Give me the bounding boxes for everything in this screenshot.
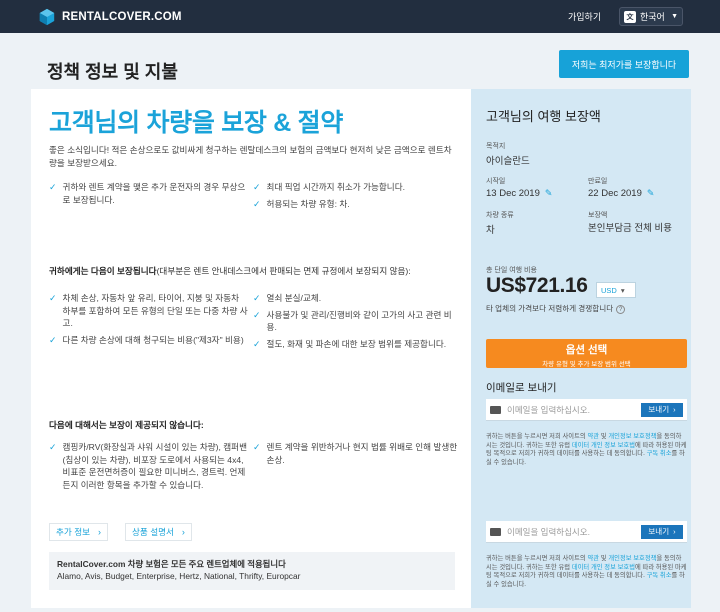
lowest-price-guarantee-button[interactable]: 저희는 최저가를 보장합니다 <box>559 50 689 78</box>
benefits-list-right: ✓ 최대 픽업 시간까지 취소가 가능합니다. ✓ 허용되는 차량 유형: 차. <box>253 181 458 214</box>
product-description-button[interactable]: 상품 설명서 › <box>125 523 192 541</box>
not-covered-list-left: ✓ 캠핑카/RV(화장실과 샤워 시설이 있는 차량), 캠퍼밴(침상이 있는 차… <box>49 441 249 495</box>
select-options-button[interactable]: 옵션 선택 차량 유형 및 추가 보장 범위 선택 <box>486 339 687 368</box>
destination-label: 목적지 <box>486 143 506 150</box>
consent-text: 귀하는 버튼을 누르시면 저희 사이트의 약관 및 개인정보 보호정책을 동의하… <box>486 433 687 466</box>
send-button[interactable]: 보내기 › <box>641 524 683 539</box>
language-selector[interactable]: 文 한국어 ▼ <box>619 7 683 26</box>
not-covered-list-right: ✓ 렌트 계약을 위반하거나 현지 법률 위배로 인해 발생한 손상. <box>253 441 458 470</box>
mail-icon <box>490 527 501 536</box>
privacy-link[interactable]: 개인정보 보호정책 <box>608 555 656 562</box>
gdpr-link[interactable]: 데이터 개인 정보 보호법 <box>572 564 635 571</box>
chevron-right-icon: › <box>181 527 185 537</box>
list-item: ✓ 허용되는 차량 유형: 차. <box>253 198 350 209</box>
partners-list: Alamo, Avis, Budget, Enterprise, Hertz, … <box>57 571 301 581</box>
check-icon: ✓ <box>49 293 57 303</box>
end-date-label: 만료일 <box>588 178 608 185</box>
check-icon: ✓ <box>253 309 261 320</box>
benefits-list-left: ✓ 귀하와 렌트 계약을 맺은 추가 운전자의 경우 무상으로 보장됩니다. <box>49 181 249 210</box>
partners-box: RentalCover.com 차량 보험은 모든 주요 렌트업체에 적용됩니다… <box>49 552 455 590</box>
coverage-info-panel: 고객님의 차량을 보장 & 절약 좋은 소식입니다! 적은 손상으로도 값비싸게… <box>31 89 471 608</box>
email-row: 이메일을 입력하십시오. 보내기 › <box>486 521 687 543</box>
check-icon: ✓ <box>49 334 57 345</box>
email-section-title: 이메일로 보내기 <box>486 382 557 394</box>
check-icon: ✓ <box>253 182 261 192</box>
unsubscribe-link[interactable]: 구독 취소 <box>647 450 672 457</box>
chevron-right-icon: › <box>673 527 676 536</box>
list-item: ✓ 귀하와 렌트 계약을 맺은 추가 운전자의 경우 무상으로 보장됩니다. <box>49 182 246 205</box>
list-item: ✓ 캠핑카/RV(화장실과 샤워 시설이 있는 차량), 캠퍼밴(침상이 있는 차… <box>49 442 247 490</box>
privacy-link[interactable]: 개인정보 보호정책 <box>608 433 656 440</box>
chevron-down-icon: ▾ <box>620 285 625 295</box>
list-item: ✓ 사용불가 및 관리/진행비와 같이 고가의 사고 관련 비용. <box>253 309 452 333</box>
list-item: ✓ 절도, 화재 및 파손에 대한 보장 범위를 제공합니다. <box>253 338 447 349</box>
currency-select[interactable]: USD ▾ <box>596 282 636 298</box>
logo-icon <box>39 8 55 26</box>
not-covered-heading: 다음에 대해서는 보장이 제공되지 않습니다: <box>49 420 204 430</box>
list-item: ✓ 최대 픽업 시간까지 취소가 가능합니다. <box>253 182 405 192</box>
unsubscribe-link[interactable]: 구독 취소 <box>647 572 672 579</box>
list-item: ✓ 열쇠 분실/교체. <box>253 293 322 303</box>
partners-title: RentalCover.com 차량 보험은 모든 주요 렌트업체에 적용됩니다 <box>57 559 286 569</box>
terms-link[interactable]: 약관 <box>587 433 599 440</box>
pencil-icon[interactable]: ✎ <box>545 188 553 198</box>
email-row: 이메일을 입력하십시오. 보내기 › <box>486 399 687 421</box>
covered-heading: 귀하에게는 다음이 보장됩니다(대부분은 렌트 안내데스크에서 판매되는 면제 … <box>49 266 411 276</box>
vehicle-type-value: 차 <box>486 225 495 236</box>
language-label: 한국어 <box>640 12 665 22</box>
coverage-label: 보장액 <box>588 212 608 219</box>
covered-list-right: ✓ 열쇠 분실/교체. ✓ 사용불가 및 관리/진행비와 같이 고가의 사고 관련 … <box>253 292 458 354</box>
start-date-value[interactable]: 13 Dec 2019 ✎ <box>486 188 552 199</box>
gdpr-link[interactable]: 데이터 개인 정보 보호법 <box>572 442 635 449</box>
check-icon: ✓ <box>253 442 261 452</box>
check-icon: ✓ <box>253 293 261 303</box>
check-icon: ✓ <box>49 182 57 192</box>
coverage-value: 본인부담금 전체 비용 <box>588 223 672 234</box>
mail-icon <box>490 405 501 414</box>
list-item: ✓ 렌트 계약을 위반하거나 현지 법률 위배로 인해 발생한 손상. <box>253 442 458 465</box>
info-icon[interactable]: ? <box>616 305 626 314</box>
logo[interactable]: RENTALCOVER.COM <box>38 8 182 26</box>
top-navbar: RENTALCOVER.COM 가입하기 文 한국어 ▼ <box>0 0 720 33</box>
page-title: 정책 정보 및 지불 <box>47 62 178 82</box>
chevron-right-icon: › <box>98 527 102 537</box>
headline: 고객님의 차량을 보장 & 절약 <box>49 109 344 137</box>
covered-list-left: ✓ 차체 손상, 자동차 앞 유리, 타이어, 지붕 및 자동차 하부를 포함하여… <box>49 292 249 350</box>
start-date-label: 시작일 <box>486 178 506 185</box>
more-info-button[interactable]: 추가 정보 › <box>49 523 109 541</box>
intro-text: 좋은 소식입니다! 적은 손상으로도 값비싸게 청구하는 렌탈데스크의 보험의 … <box>49 145 452 168</box>
price: US$721.16 <box>486 274 588 297</box>
pencil-icon[interactable]: ✎ <box>647 188 655 198</box>
email-input[interactable]: 이메일을 입력하십시오. <box>507 526 641 538</box>
price-compare-note: 타 업체의 가격보다 저렴하게 경쟁합니다? <box>486 303 626 314</box>
list-item: ✓ 다른 차량 손상에 대해 청구되는 비용("제3자" 비용) <box>49 334 244 345</box>
send-button[interactable]: 보내기 › <box>641 402 683 417</box>
chevron-right-icon: › <box>673 405 676 414</box>
consent-text: 귀하는 버튼을 누르시면 저희 사이트의 약관 및 개인정보 보호정책을 동의하… <box>486 555 687 588</box>
summary-title: 고객님의 여행 보장액 <box>486 109 601 124</box>
check-icon: ✓ <box>253 198 261 209</box>
check-icon: ✓ <box>253 338 261 349</box>
login-link[interactable]: 가입하기 <box>568 10 601 23</box>
chevron-down-icon: ▼ <box>671 13 678 20</box>
list-item: ✓ 차체 손상, 자동차 앞 유리, 타이어, 지붕 및 자동차 하부를 포함하여… <box>49 293 248 328</box>
destination-value: 아이슬란드 <box>486 156 530 167</box>
terms-link[interactable]: 약관 <box>587 555 599 562</box>
end-date-value[interactable]: 22 Dec 2019 ✎ <box>588 188 654 199</box>
trip-summary-panel: 고객님의 여행 보장액 목적지 아이슬란드 시작일 13 Dec 2019 ✎ 만… <box>471 89 691 608</box>
translate-icon: 文 <box>624 10 636 23</box>
vehicle-type-label: 차량 종류 <box>486 212 514 219</box>
check-icon: ✓ <box>49 442 57 452</box>
email-input[interactable]: 이메일을 입력하십시오. <box>507 404 641 416</box>
logo-text: RENTALCOVER.COM <box>62 11 182 23</box>
